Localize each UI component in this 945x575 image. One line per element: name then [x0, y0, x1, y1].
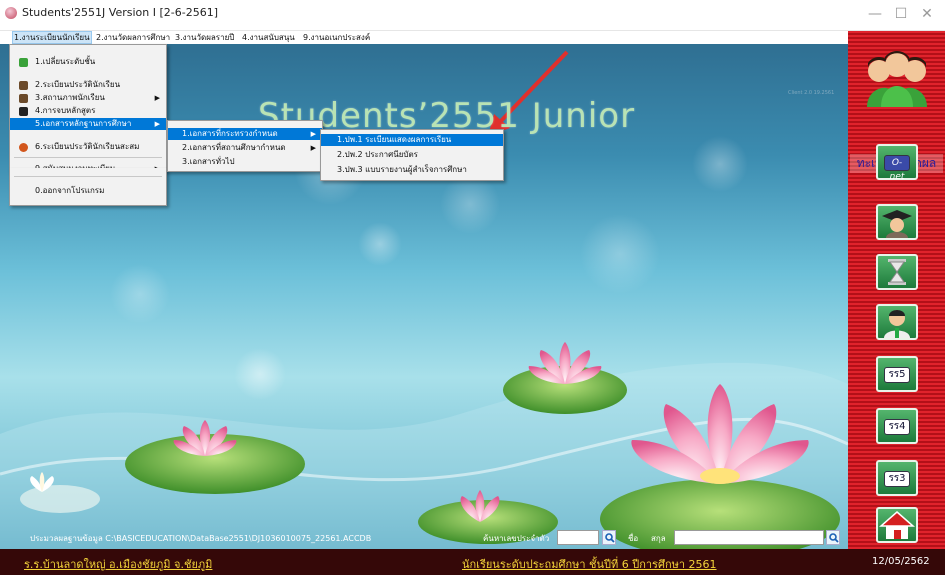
onet-icon: O-net [884, 155, 910, 182]
report-icon: รร3 [884, 471, 910, 487]
graduate-button[interactable] [876, 204, 918, 240]
ror3-report-button[interactable]: รร3 [876, 460, 918, 496]
menu-bar: 1.งานระเบียนนักเรียน 2.งานวัดผลการศึกษา … [0, 31, 848, 44]
search-id-label: ค้นหาเลขประจำตัว [483, 534, 550, 543]
right-toolbar: ทะเบียน&วัดผล O-net รร5 รร4 รร3 [848, 31, 945, 549]
refresh-icon [19, 58, 28, 67]
status-bar: ร.ร.บ้านลาดใหญ่ อ.เมืองชัยภูมิ จ.ชัยภูมิ… [0, 549, 945, 575]
menu-item-education-documents[interactable]: 5.เอกสารหลักฐานการศึกษา ▶ [10, 118, 166, 130]
menu-item-por-por-3[interactable]: 3.ปพ.3 แบบรายงานผู้สำเร็จการศึกษา [321, 164, 503, 176]
close-button[interactable]: ✕ [914, 4, 940, 24]
name-label: ชื่อ [628, 534, 639, 543]
search-icon [605, 533, 615, 543]
class-level: นักเรียนระดับประถมศึกษา ชั้นปีที่ 6 ปีกา… [462, 558, 717, 571]
search-id-button[interactable] [602, 530, 616, 545]
menu-item-change-level[interactable]: 1.เปลี่ยนระดับชั้น [10, 56, 166, 68]
search-icon [829, 533, 839, 543]
menu-item-student-status[interactable]: 3.สถานภาพนักเรียน ▶ [10, 92, 166, 104]
menu-yearly-evaluation[interactable]: 3.งานวัดผลรายปี [174, 31, 235, 44]
menu-item-school-documents[interactable]: 2.เอกสารที่สถานศึกษากำหนด ▶ [168, 142, 322, 154]
submenu-arrow-icon: ▶ [310, 144, 316, 152]
menu-item-por-por-1[interactable]: 1.ปพ.1 ระเบียนแสดงผลการเรียน [321, 134, 503, 146]
menu-support[interactable]: 4.งานสนับสนุน [241, 31, 296, 44]
menu-item-general-documents[interactable]: 3.เอกสารทั่วไป [168, 156, 322, 168]
menu-item-student-record[interactable]: 2.ระเบียนประวัตินักเรียน [10, 79, 166, 91]
menu-separator [14, 157, 162, 158]
home-button[interactable] [876, 507, 918, 543]
submenu-arrow-icon: ▶ [154, 94, 160, 102]
submenu-arrow-icon: ▶ [154, 120, 160, 128]
name-search-input[interactable] [674, 530, 824, 545]
ror4-report-button[interactable]: รร4 [876, 408, 918, 444]
menu-item-cumulative-record[interactable]: 6.ระเบียนประวัตินักเรียนสะสม [10, 141, 166, 153]
student-icon [19, 81, 28, 90]
graduate-icon [882, 210, 912, 238]
window-title: Students'2551J Version I [2-6-2561] [22, 6, 218, 19]
menu-misc[interactable]: 9.งานอเนกประสงค์ [302, 31, 371, 44]
menu-item-por-por-2[interactable]: 2.ปพ.2 ประกาศนียบัตร [321, 149, 503, 161]
minimize-button[interactable]: — [862, 4, 888, 24]
search-name-button[interactable] [826, 530, 840, 545]
documents-submenu: 1.เอกสารที่กระทรวงกำหนด ▶ 2.เอกสารที่สถา… [167, 120, 323, 172]
students-group-icon [867, 51, 927, 107]
ror5-report-button[interactable]: รร5 [876, 356, 918, 392]
surname-label: สกุล [651, 534, 666, 543]
school-name: ร.ร.บ้านลาดใหญ่ อ.เมืองชัยภูมิ จ.ชัยภูมิ [24, 558, 213, 571]
home-icon [879, 511, 915, 539]
current-date: 12/05/2562 [872, 556, 930, 567]
menu-separator [14, 176, 162, 177]
registration-menu: 1.เปลี่ยนระดับชั้น 2.ระเบียนประวัตินักเร… [9, 44, 167, 173]
ministry-documents-submenu: 1.ปพ.1 ระเบียนแสดงผลการเรียน 2.ปพ.2 ประก… [320, 129, 504, 181]
hourglass-button[interactable] [876, 254, 918, 290]
submenu-arrow-icon: ▶ [310, 130, 316, 138]
teacher-button[interactable] [876, 304, 918, 340]
hourglass-icon [888, 259, 906, 285]
app-icon [5, 7, 17, 19]
menu-registration[interactable]: 1.งานระเบียนนักเรียน [12, 31, 92, 44]
database-path: ประมวลผลฐานข้อมูล C:\BASICEDUCATION\Data… [30, 534, 372, 543]
graduation-cap-icon [19, 107, 28, 116]
version-badge: Client 2.0 19.2561 [788, 90, 835, 96]
teacher-icon [884, 310, 910, 338]
record-icon [19, 143, 28, 152]
student-icon [19, 94, 28, 103]
registration-menu-bottom: 0.ออกจากโปรแกรม [9, 168, 167, 206]
menu-item-exit[interactable]: 0.ออกจากโปรแกรม [10, 185, 166, 197]
student-id-search-input[interactable] [557, 530, 599, 545]
onet-button[interactable]: O-net [876, 144, 918, 182]
menu-item-graduation[interactable]: 4.การจบหลักสูตร [10, 105, 166, 117]
menu-item-ministry-documents[interactable]: 1.เอกสารที่กระทรวงกำหนด ▶ [168, 128, 322, 140]
report-icon: รร4 [884, 419, 910, 435]
menu-evaluation[interactable]: 2.งานวัดผลการศึกษา [95, 31, 171, 44]
maximize-button[interactable]: ☐ [888, 4, 914, 24]
title-bar: Students'2551J Version I [2-6-2561] — ☐ … [0, 0, 945, 31]
report-icon: รร5 [884, 367, 910, 383]
